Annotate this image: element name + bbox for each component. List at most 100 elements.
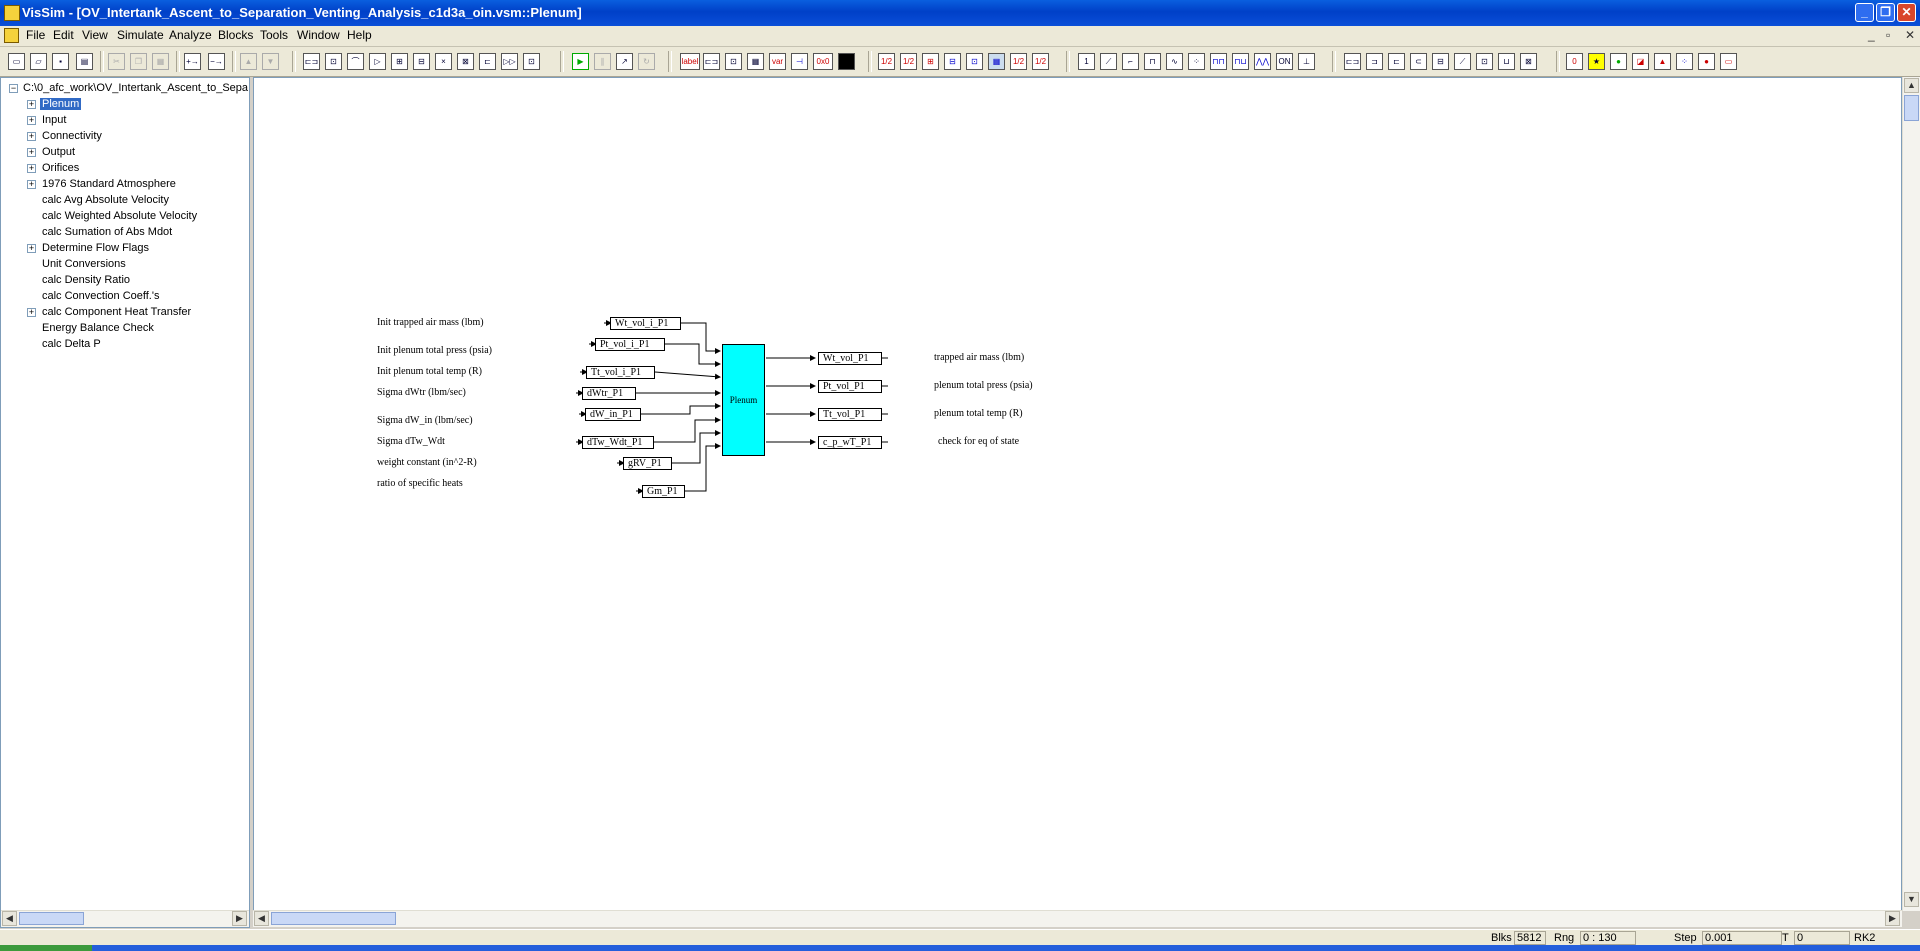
block-icon-7[interactable]: ×: [435, 53, 452, 70]
input-variable-block[interactable]: dWtr_P1: [582, 387, 636, 400]
add-connector-icon[interactable]: +→: [184, 53, 201, 70]
canvas-scroll-thumb[interactable]: [271, 912, 396, 925]
display-block-icon-3[interactable]: ⊏: [1388, 53, 1405, 70]
block-icon-4[interactable]: ▷: [369, 53, 386, 70]
ramp-block-icon[interactable]: ⟋: [1100, 53, 1117, 70]
tree-item-avg-velocity[interactable]: calc Avg Absolute Velocity: [1, 193, 247, 209]
color-swatch-icon[interactable]: [838, 53, 855, 70]
slider-block-icon[interactable]: ⊥: [1298, 53, 1315, 70]
scroll-right-icon[interactable]: ▶: [1885, 911, 1900, 926]
scroll-down-icon[interactable]: ▼: [1904, 892, 1919, 907]
close-button[interactable]: ✕: [1897, 3, 1916, 22]
on-button-icon[interactable]: ON: [1276, 53, 1293, 70]
expand-icon[interactable]: +: [27, 100, 36, 109]
frac-icon-4[interactable]: 1/2: [1032, 53, 1049, 70]
input-variable-block[interactable]: gRV_P1: [623, 457, 672, 470]
menu-simulate[interactable]: Simulate: [117, 28, 164, 42]
led-block-icon[interactable]: ●: [1610, 53, 1627, 70]
tree-item-standard-atmosphere[interactable]: +1976 Standard Atmosphere: [1, 177, 247, 193]
expand-icon[interactable]: +: [27, 180, 36, 189]
grid-icon[interactable]: ⊞: [922, 53, 939, 70]
plot-block-icon[interactable]: ⟋: [1454, 53, 1471, 70]
expand-icon[interactable]: +: [27, 308, 36, 317]
tree-item-weighted-velocity[interactable]: calc Weighted Absolute Velocity: [1, 209, 247, 225]
select-icon[interactable]: ▦: [988, 53, 1005, 70]
continue-icon[interactable]: ↻: [638, 53, 655, 70]
frac-icon-1[interactable]: 1/2: [878, 53, 895, 70]
pulse-train-icon[interactable]: ⊓⊔: [1232, 53, 1249, 70]
new-icon[interactable]: ▭: [8, 53, 25, 70]
menu-tools[interactable]: Tools: [260, 28, 288, 42]
tree-item-plenum[interactable]: + Plenum: [1, 97, 247, 113]
plenum-compound-block[interactable]: Plenum: [722, 344, 765, 456]
step-block-icon[interactable]: ⌐: [1122, 53, 1139, 70]
tree-item-density-ratio[interactable]: calc Density Ratio: [1, 273, 247, 289]
tree-item-delta-p[interactable]: calc Delta P: [1, 337, 247, 353]
menu-analyze[interactable]: Analyze: [169, 28, 212, 42]
var-block-icon[interactable]: var: [769, 53, 786, 70]
canvas-horizontal-scrollbar[interactable]: ◀ ▶: [253, 910, 1902, 927]
remove-connector-icon[interactable]: −→: [208, 53, 225, 70]
block-icon-6[interactable]: ⊟: [413, 53, 430, 70]
animate-block-icon[interactable]: ▭: [1720, 53, 1737, 70]
tree-horizontal-scrollbar[interactable]: ◀ ▶: [1, 910, 249, 927]
record-block-icon[interactable]: ●: [1698, 53, 1715, 70]
paste-icon[interactable]: ▦: [152, 53, 169, 70]
diagram-canvas[interactable]: [253, 77, 1902, 911]
display-block-icon-2[interactable]: ⊐: [1366, 53, 1383, 70]
move-down-icon[interactable]: ▼: [262, 53, 279, 70]
menu-view[interactable]: View: [82, 28, 108, 42]
step-icon[interactable]: ↗: [616, 53, 633, 70]
frac-icon-2[interactable]: 1/2: [900, 53, 917, 70]
block-icon-8[interactable]: ⊠: [457, 53, 474, 70]
menu-window[interactable]: Window: [297, 28, 340, 42]
scroll-left-icon[interactable]: ◀: [254, 911, 269, 926]
scroll-up-icon[interactable]: ▲: [1904, 78, 1919, 93]
block-icon-9[interactable]: ⊏: [479, 53, 496, 70]
minimize-button[interactable]: _: [1855, 3, 1874, 22]
menu-help[interactable]: Help: [347, 28, 372, 42]
block-icon-11[interactable]: ⊡: [523, 53, 540, 70]
save-icon[interactable]: ▪: [52, 53, 69, 70]
label-block-icon[interactable]: label: [680, 53, 700, 70]
tree-item-connectivity[interactable]: + Connectivity: [1, 129, 247, 145]
wirepositioner-icon[interactable]: ⊣: [791, 53, 808, 70]
compound-block-icon[interactable]: ⊡: [725, 53, 742, 70]
output-variable-block[interactable]: c_p_wT_P1: [818, 436, 882, 449]
embed-block-icon[interactable]: ▦: [747, 53, 764, 70]
menu-edit[interactable]: Edit: [53, 28, 74, 42]
display-block-icon-5[interactable]: ⊟: [1432, 53, 1449, 70]
meter-block-icon[interactable]: ⊡: [1476, 53, 1493, 70]
input-variable-block[interactable]: dW_in_P1: [585, 408, 641, 421]
tree-item-heat-transfer[interactable]: + calc Component Heat Transfer: [1, 305, 247, 321]
move-up-icon[interactable]: ▲: [240, 53, 257, 70]
tree-item-sumation-mdot[interactable]: calc Sumation of Abs Mdot: [1, 225, 247, 241]
copy-icon[interactable]: ❐: [130, 53, 147, 70]
pulse-block-icon[interactable]: ⊓: [1144, 53, 1161, 70]
run-simulation-icon[interactable]: ▶: [572, 53, 589, 70]
tree-item-convection-coeff[interactable]: calc Convection Coeff.'s: [1, 289, 247, 305]
block-icon-1[interactable]: ⊏⊐: [303, 53, 320, 70]
block-icon-3[interactable]: ⌒: [347, 53, 364, 70]
expand-icon[interactable]: +: [27, 132, 36, 141]
layout-icon[interactable]: ⊟: [944, 53, 961, 70]
histogram-icon[interactable]: ⊔: [1498, 53, 1515, 70]
expand-icon[interactable]: +: [27, 164, 36, 173]
output-variable-block[interactable]: Tt_vol_P1: [818, 408, 882, 421]
const-block-icon[interactable]: 1: [1078, 53, 1095, 70]
input-variable-block[interactable]: Gm_P1: [642, 485, 685, 498]
sine-block-icon[interactable]: ∿: [1166, 53, 1183, 70]
sawtooth-icon[interactable]: ⋀⋀: [1254, 53, 1271, 70]
tree-item-energy-balance[interactable]: Energy Balance Check: [1, 321, 247, 337]
alarm-block-icon[interactable]: ▲: [1654, 53, 1671, 70]
scroll-left-icon[interactable]: ◀: [2, 911, 17, 926]
xy-plot-icon[interactable]: ⊠: [1520, 53, 1537, 70]
vissim-app-icon[interactable]: [4, 5, 20, 21]
frac-icon-3[interactable]: 1/2: [1010, 53, 1027, 70]
block-icon-10[interactable]: ▷▷: [501, 53, 518, 70]
scroll-right-icon[interactable]: ▶: [232, 911, 247, 926]
noise-block-icon[interactable]: ⁘: [1188, 53, 1205, 70]
document-icon[interactable]: [4, 28, 19, 43]
tree-scroll-thumb[interactable]: [19, 912, 84, 925]
expand-icon[interactable]: +: [27, 148, 36, 157]
